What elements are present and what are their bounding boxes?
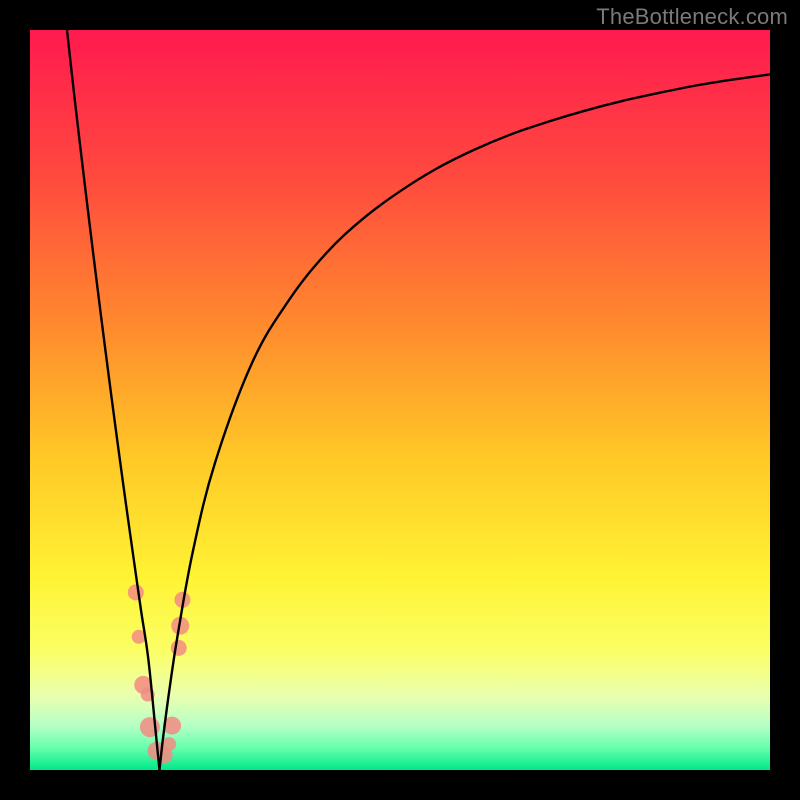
- plot-area: [30, 30, 770, 770]
- chart-frame: TheBottleneck.com: [0, 0, 800, 800]
- curve-right-branch: [160, 74, 771, 770]
- curve-layer: [30, 30, 770, 770]
- data-point: [171, 640, 187, 656]
- curve-left-branch: [67, 30, 160, 770]
- data-point: [128, 584, 144, 600]
- watermark-text: TheBottleneck.com: [596, 4, 788, 30]
- data-point: [162, 737, 176, 751]
